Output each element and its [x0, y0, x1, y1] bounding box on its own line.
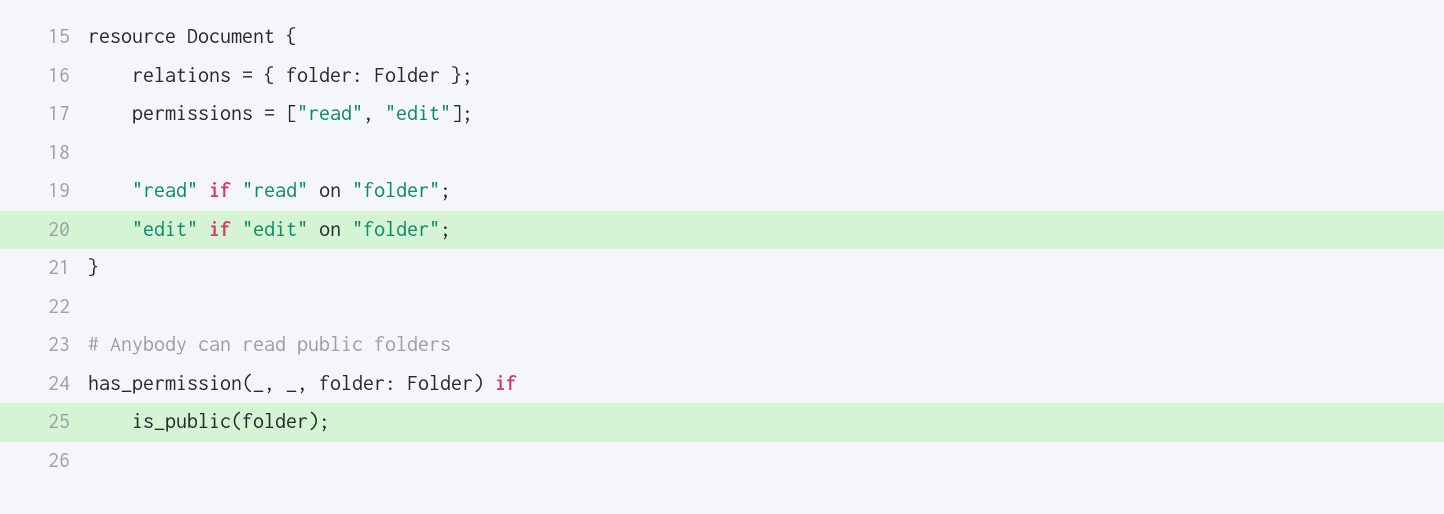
code-token: [198, 179, 209, 202]
code-line: 24has_permission(_, _, folder: Folder) i…: [0, 365, 1444, 404]
code-line: 18: [0, 134, 1444, 173]
code-content: is_public(folder);: [88, 403, 1444, 442]
code-token: "read": [242, 179, 308, 202]
line-number: 22: [0, 288, 88, 327]
code-token: ];: [451, 102, 473, 125]
code-line: 15resource Document {: [0, 18, 1444, 57]
line-number: 26: [0, 442, 88, 481]
line-number: 23: [0, 326, 88, 365]
code-token: resource Document {: [88, 25, 297, 48]
code-token: "edit": [385, 102, 451, 125]
code-token: ,: [363, 102, 385, 125]
code-line: 21}: [0, 249, 1444, 288]
line-number: 19: [0, 172, 88, 211]
code-token: if: [495, 372, 517, 395]
line-number: 17: [0, 95, 88, 134]
code-token: on: [308, 179, 352, 202]
code-token: # Anybody can read public folders: [88, 333, 451, 356]
code-content: has_permission(_, _, folder: Folder) if: [88, 365, 1444, 404]
code-line: 25 is_public(folder);: [0, 403, 1444, 442]
line-number: 24: [0, 365, 88, 404]
code-line: 19 "read" if "read" on "folder";: [0, 172, 1444, 211]
code-content: resource Document {: [88, 18, 1444, 57]
code-token: "read": [132, 179, 198, 202]
code-token: permissions = [: [88, 102, 297, 125]
code-token: [88, 179, 132, 202]
code-token: }: [88, 256, 99, 279]
code-token: if: [209, 218, 231, 241]
code-token: if: [209, 179, 231, 202]
line-number: 16: [0, 57, 88, 96]
code-token: [88, 218, 132, 241]
code-line: 23# Anybody can read public folders: [0, 326, 1444, 365]
code-token: [231, 179, 242, 202]
code-line: 22: [0, 288, 1444, 327]
code-content: [88, 442, 1444, 481]
code-token: "folder": [352, 218, 440, 241]
code-token: relations = { folder: Folder };: [88, 64, 473, 87]
line-number: 20: [0, 211, 88, 250]
code-content: "edit" if "edit" on "folder";: [88, 211, 1444, 250]
code-token: "read": [297, 102, 363, 125]
code-content: "read" if "read" on "folder";: [88, 172, 1444, 211]
line-number: 15: [0, 18, 88, 57]
code-token: [198, 218, 209, 241]
code-token: "folder": [352, 179, 440, 202]
code-content: [88, 288, 1444, 327]
code-token: ;: [440, 179, 451, 202]
code-token: [231, 218, 242, 241]
code-token: ;: [440, 218, 451, 241]
code-block: 15resource Document {16 relations = { fo…: [0, 18, 1444, 480]
code-line: 16 relations = { folder: Folder };: [0, 57, 1444, 96]
code-line: 17 permissions = ["read", "edit"];: [0, 95, 1444, 134]
code-line: 20 "edit" if "edit" on "folder";: [0, 211, 1444, 250]
line-number: 21: [0, 249, 88, 288]
code-content: }: [88, 249, 1444, 288]
code-token: has_permission(_, _, folder: Folder): [88, 372, 495, 395]
code-token: "edit": [242, 218, 308, 241]
code-token: on: [308, 218, 352, 241]
code-content: relations = { folder: Folder };: [88, 57, 1444, 96]
line-number: 25: [0, 403, 88, 442]
code-token: "edit": [132, 218, 198, 241]
code-token: is_public(folder);: [88, 410, 330, 433]
code-line: 26: [0, 442, 1444, 481]
code-content: permissions = ["read", "edit"];: [88, 95, 1444, 134]
code-content: [88, 134, 1444, 173]
line-number: 18: [0, 134, 88, 173]
code-content: # Anybody can read public folders: [88, 326, 1444, 365]
